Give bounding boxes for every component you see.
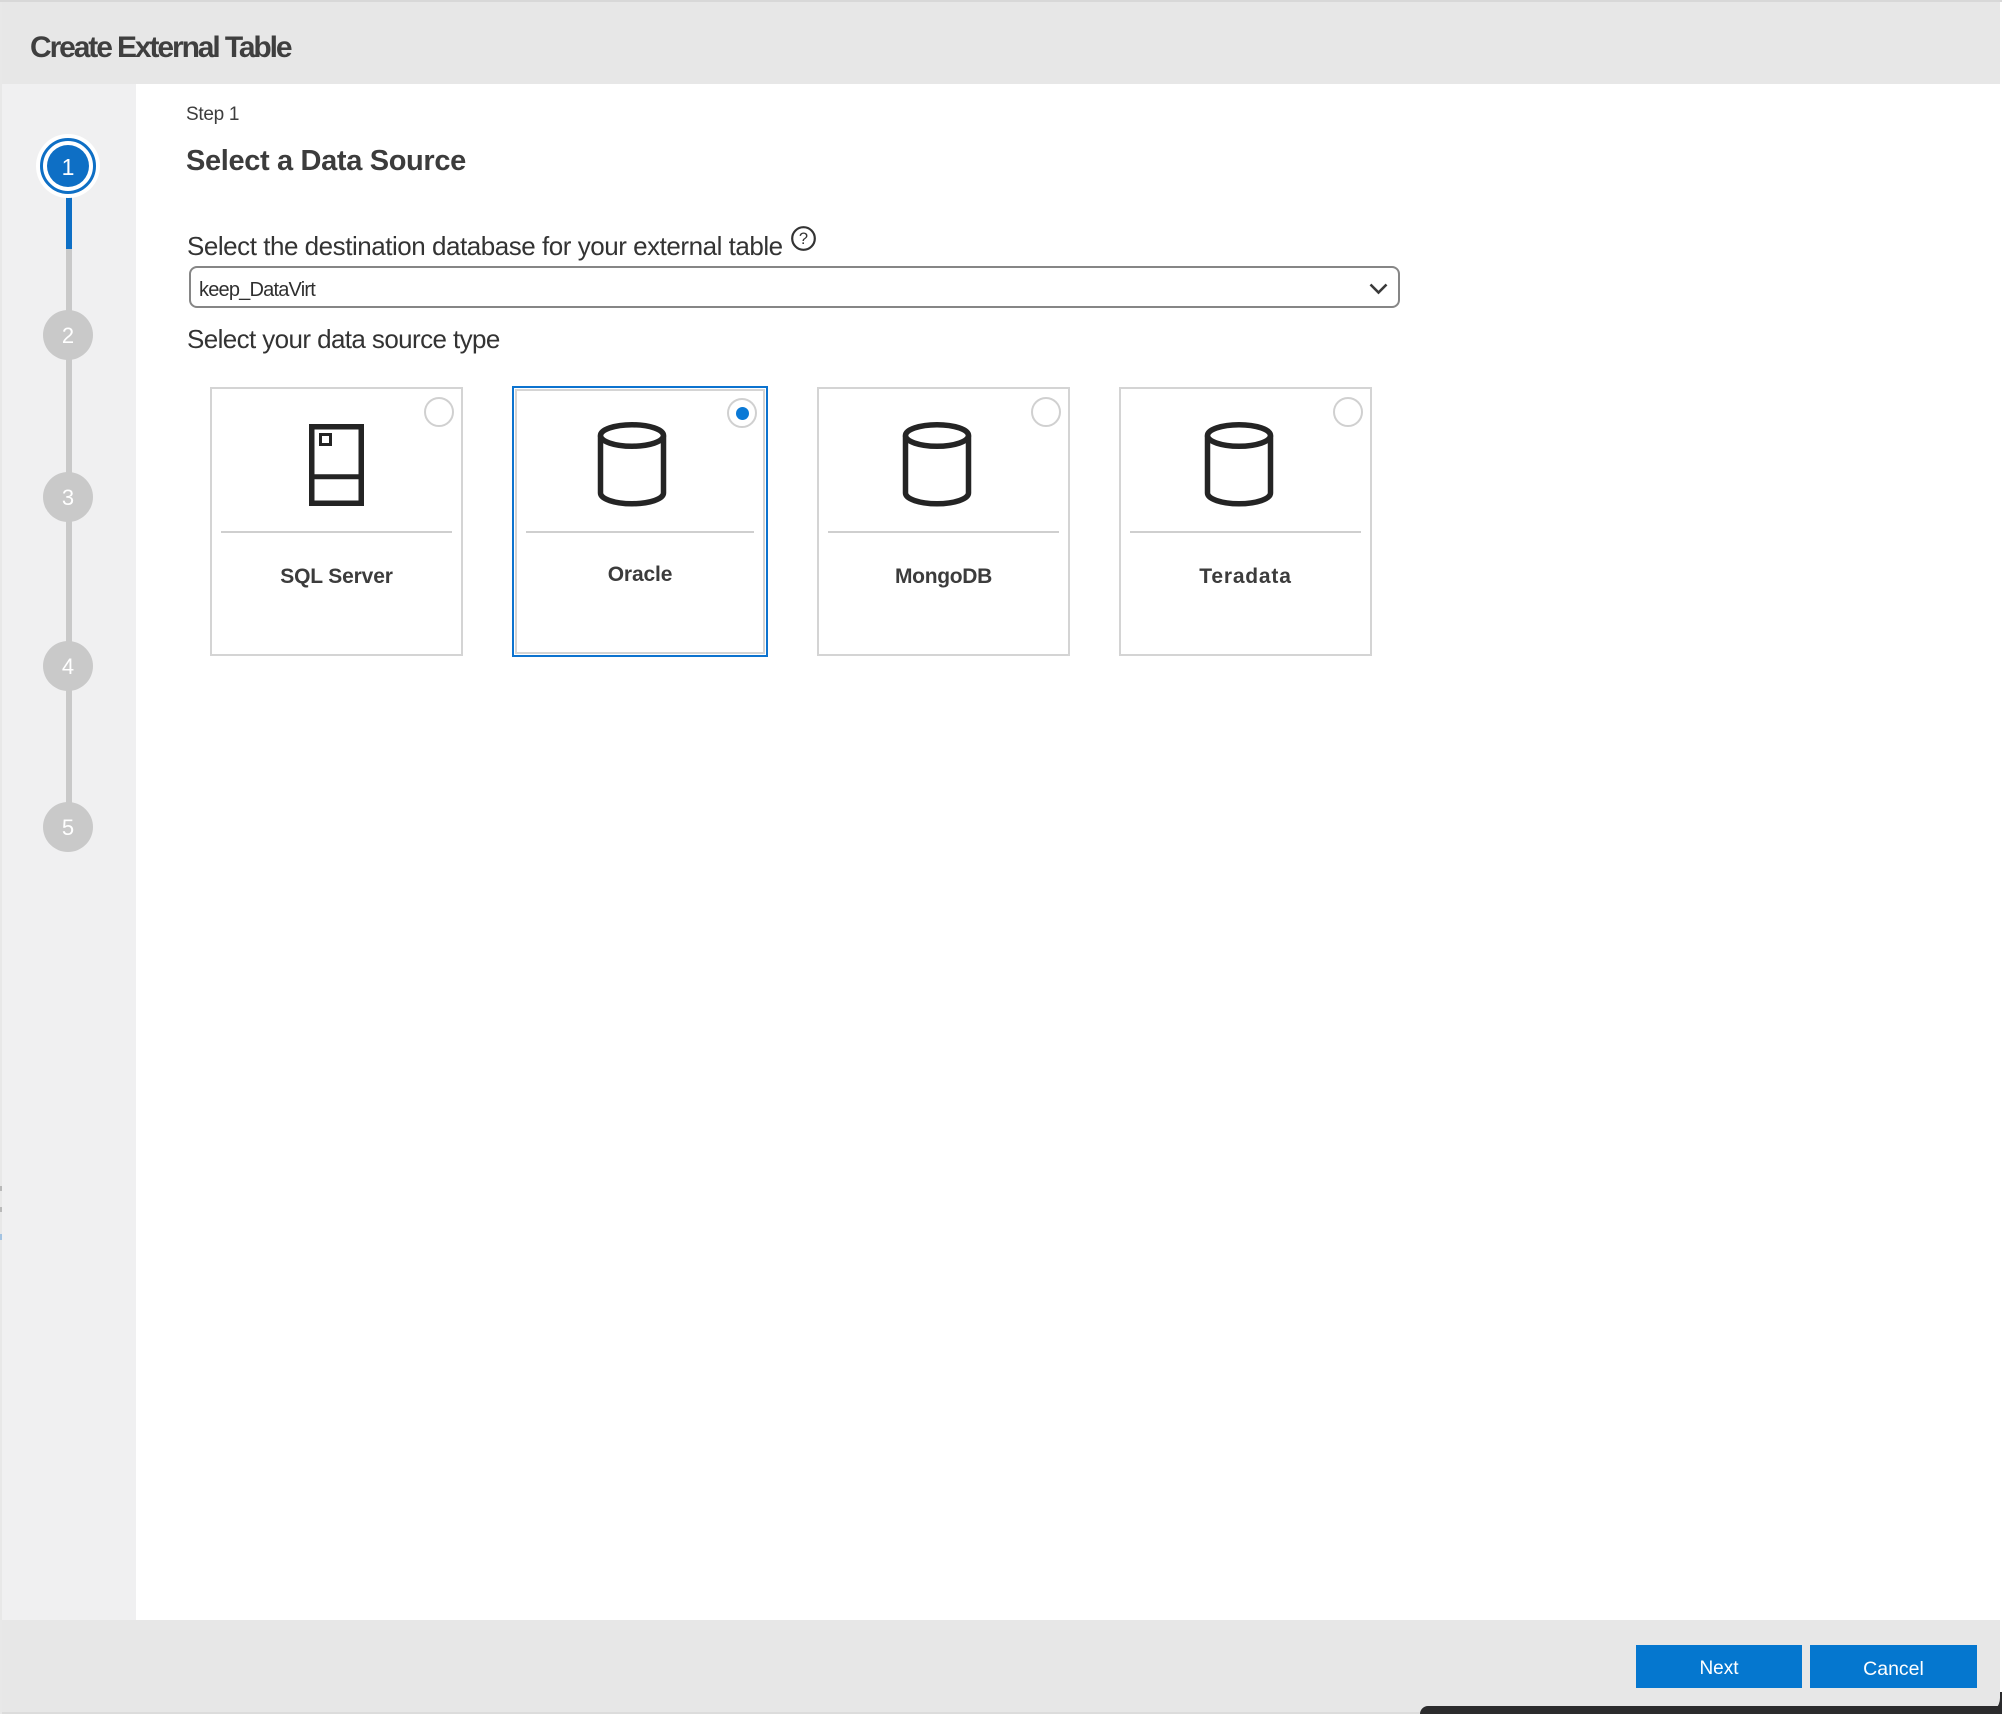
svg-text:?: ? xyxy=(799,230,808,248)
